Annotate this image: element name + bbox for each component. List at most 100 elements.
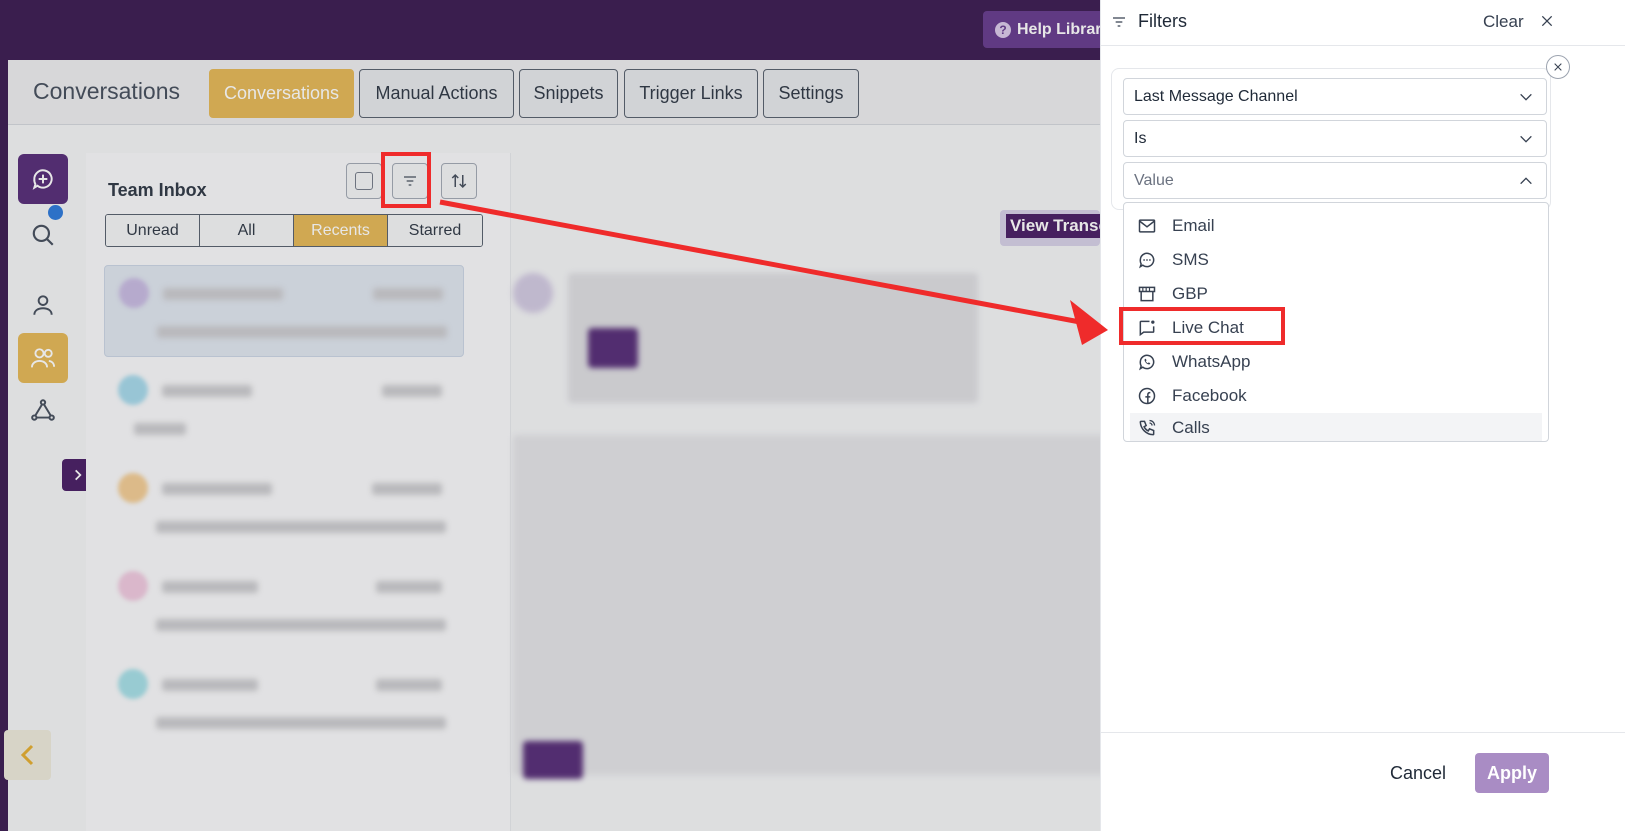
option-label: Live Chat (1172, 318, 1244, 337)
main-panel: Conversations Conversations Manual Actio… (4, 60, 1138, 831)
blurred-avatar (513, 273, 553, 313)
blurred-time (376, 679, 442, 691)
blurred-name (162, 581, 258, 593)
apply-button[interactable]: Apply (1475, 753, 1549, 793)
tab-snippets[interactable]: Snippets (519, 69, 618, 118)
operator-select[interactable]: Is (1123, 120, 1547, 157)
chevron-down-icon (1520, 93, 1532, 101)
option-label: Facebook (1172, 386, 1247, 405)
live-chat-icon (1136, 317, 1158, 339)
nodes-icon (31, 399, 55, 421)
filters-panel: Filters Clear Last Message Channel Is Va… (1100, 0, 1625, 831)
store-icon (1136, 283, 1158, 305)
blurred-preview (157, 326, 447, 338)
filter-icon (1113, 17, 1125, 27)
rail-search-button[interactable] (18, 210, 68, 260)
option-facebook[interactable]: Facebook (1130, 381, 1542, 411)
option-label: Calls (1172, 418, 1210, 437)
mail-icon (1136, 215, 1158, 237)
blurred-preview (134, 423, 186, 435)
blurred-name (162, 385, 252, 397)
close-icon (1541, 15, 1553, 27)
avatar (118, 571, 148, 601)
blurred-composer (513, 435, 1138, 775)
option-whatsapp[interactable]: WhatsApp (1130, 347, 1542, 377)
option-label: Email (1172, 216, 1215, 235)
remove-condition-button[interactable] (1546, 55, 1570, 79)
blurred-time (372, 483, 442, 495)
help-library-label: Help Library (1017, 20, 1111, 38)
inbox-segment-control: Unread All Recents Starred (105, 214, 483, 247)
tab-conversations[interactable]: Conversations (209, 69, 354, 118)
option-calls[interactable]: Calls (1130, 413, 1542, 441)
rail-workflow-button[interactable] (18, 385, 68, 435)
page-header: Conversations Conversations Manual Actio… (8, 60, 1138, 125)
select-all-checkbox[interactable] (346, 163, 382, 199)
rail-chat-button[interactable] (18, 154, 68, 204)
option-gbp[interactable]: GBP (1130, 279, 1542, 309)
blurred-media (588, 328, 638, 368)
blurred-preview (156, 619, 446, 631)
blurred-name (162, 679, 258, 691)
conversation-row[interactable] (104, 559, 464, 651)
close-filters-button[interactable] (1537, 10, 1557, 32)
whatsapp-icon (1136, 351, 1158, 373)
close-icon (1554, 63, 1562, 71)
chevron-right-icon (75, 469, 82, 481)
blurred-time (373, 288, 443, 300)
filter-button[interactable] (392, 163, 428, 199)
chevron-left-icon (20, 744, 33, 766)
blurred-preview (156, 521, 446, 533)
segment-all[interactable]: All (200, 215, 294, 246)
segment-unread[interactable]: Unread (106, 215, 200, 246)
tab-trigger-links[interactable]: Trigger Links (624, 69, 758, 118)
segment-recents[interactable]: Recents (294, 215, 388, 246)
blurred-preview (156, 717, 446, 729)
sms-icon (1136, 249, 1158, 271)
avatar (118, 669, 148, 699)
tab-settings[interactable]: Settings (763, 69, 859, 118)
conversation-row[interactable] (104, 657, 464, 749)
sort-icon (451, 173, 467, 189)
chevron-down-icon (1520, 135, 1532, 143)
conversation-row[interactable] (104, 265, 464, 357)
blurred-time (376, 581, 442, 593)
rail-contact-button[interactable] (18, 280, 68, 330)
facebook-icon (1136, 385, 1158, 407)
option-sms[interactable]: SMS (1130, 245, 1542, 275)
option-email[interactable]: Email (1130, 211, 1542, 241)
value-select[interactable]: Value (1123, 162, 1547, 199)
inbox-title: Team Inbox (108, 180, 207, 200)
option-label: SMS (1172, 250, 1209, 269)
conversation-row[interactable] (104, 363, 464, 455)
view-transcript-button[interactable]: View Transcript (1000, 210, 1100, 246)
segment-starred[interactable]: Starred (388, 215, 482, 246)
help-icon: ? (995, 21, 1011, 38)
blurred-name (163, 288, 283, 300)
rail-team-button[interactable] (18, 333, 68, 383)
tab-manual-actions[interactable]: Manual Actions (359, 69, 514, 118)
avatar (118, 375, 148, 405)
field-select-value: Last Message Channel (1134, 87, 1298, 105)
field-select[interactable]: Last Message Channel (1123, 78, 1547, 115)
sort-button[interactable] (441, 163, 477, 199)
chat-plus-icon (32, 169, 53, 190)
conversation-row[interactable] (104, 461, 464, 553)
search-icon (32, 224, 54, 246)
conversation-area (513, 153, 1138, 831)
value-dropdown-menu: Email SMS GBP Live Chat WhatsApp Faceboo… (1123, 202, 1549, 442)
option-live-chat[interactable]: Live Chat (1130, 313, 1542, 343)
view-transcript-label: View Transcript (1006, 214, 1100, 238)
team-icon (30, 348, 56, 368)
operator-select-value: Is (1134, 129, 1147, 147)
checkbox-icon (355, 172, 373, 190)
blurred-send (523, 741, 583, 779)
filters-footer: Cancel Apply (1101, 732, 1625, 831)
value-select-placeholder: Value (1134, 171, 1174, 189)
clear-filters-button[interactable]: Clear (1483, 12, 1524, 32)
page-title: Conversations (33, 78, 181, 104)
filters-title: Filters (1138, 11, 1187, 31)
back-button[interactable] (4, 730, 51, 780)
cancel-button[interactable]: Cancel (1377, 753, 1459, 793)
option-label: GBP (1172, 284, 1208, 303)
